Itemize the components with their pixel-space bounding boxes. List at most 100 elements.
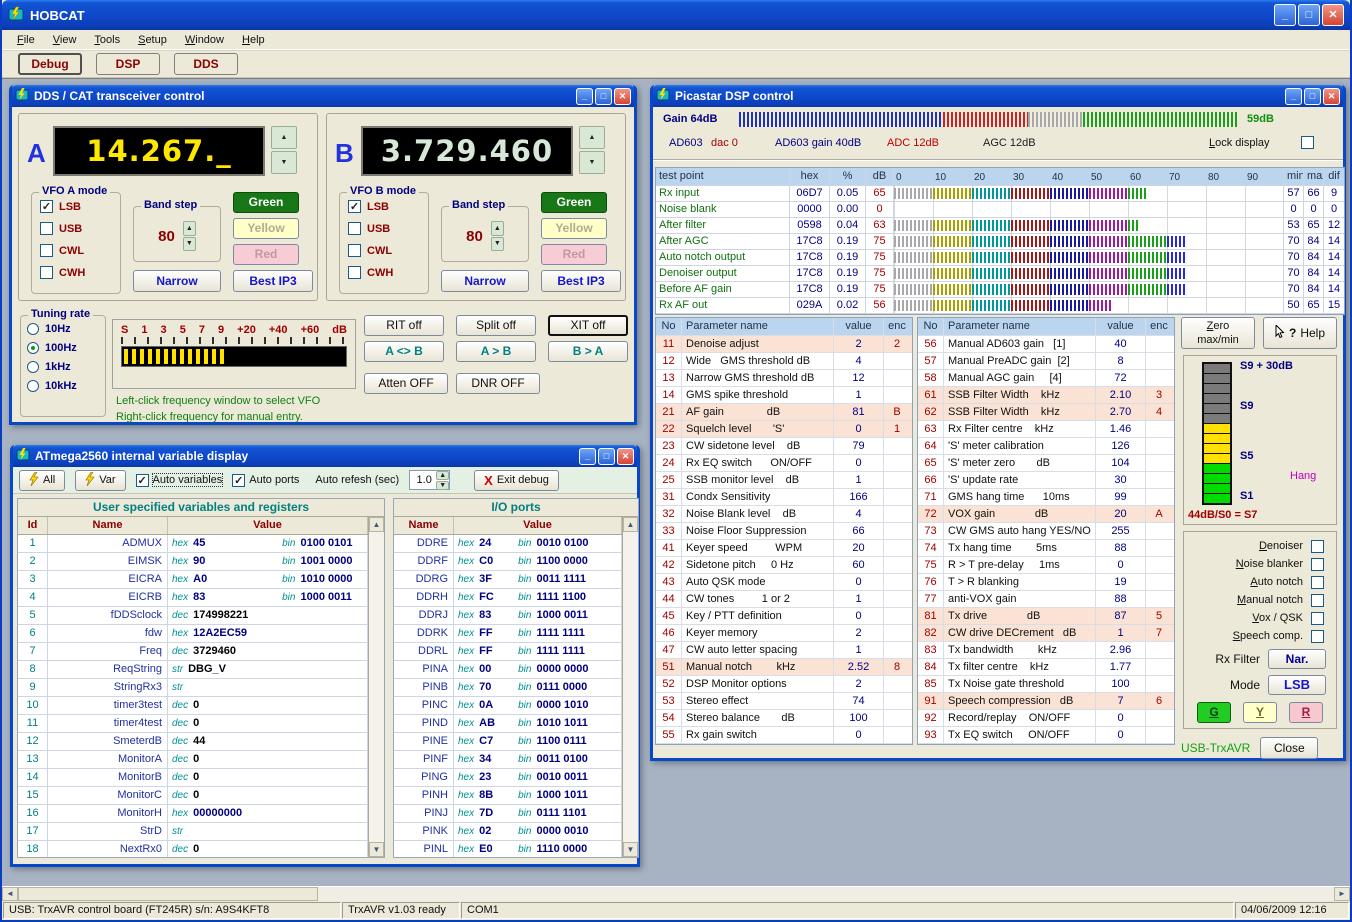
tuning-rate-100hz-radio[interactable] [27, 342, 39, 354]
port-row-pinb[interactable]: PINBhex70bin0111 0000 [394, 679, 622, 697]
switch-noise-blanker-checkbox[interactable] [1311, 558, 1324, 571]
menu-file[interactable]: File [8, 32, 44, 48]
param-row-24[interactable]: 24Rx EQ switch ON/OFF0 [656, 455, 912, 472]
r-memory-button[interactable]: R [1289, 702, 1323, 723]
vfo-b-frequency-display[interactable]: 3.729.460 [361, 126, 573, 176]
vfo-a-best-ip3-button[interactable]: Best IP3 [233, 270, 313, 292]
auto-ports-toggle[interactable]: ✓Auto ports [232, 474, 299, 487]
vfo-b-cwl-checkbox[interactable] [348, 244, 361, 257]
y-memory-button[interactable]: Y [1243, 702, 1277, 723]
param-row-64[interactable]: 64'S' meter calibration126 [918, 438, 1174, 455]
mode-button[interactable]: LSB [1268, 675, 1326, 695]
port-row-ping[interactable]: PINGhex23bin0010 0011 [394, 769, 622, 787]
vfo-a-red-button[interactable]: Red [233, 244, 299, 265]
vfo-b-mode-cwh[interactable]: CWH [348, 264, 428, 281]
port-row-ddrh[interactable]: DDRHhexFCbin1111 1100 [394, 589, 622, 607]
param-row-56[interactable]: 56Manual AD603 gain [1]40 [918, 336, 1174, 353]
switch-noise-blanker[interactable]: Noise blanker [1184, 555, 1336, 573]
variable-row-smeterdb[interactable]: 12SmeterdBdec44 [18, 733, 368, 751]
toolbar-dsp-button[interactable]: DSP [96, 53, 160, 75]
vfo-a-mode-cwl[interactable]: CWL [40, 242, 120, 259]
main-maximize-button[interactable]: □ [1298, 4, 1320, 26]
param-row-31[interactable]: 31Condx Sensitivity166 [656, 489, 912, 506]
vfo-b-green-button[interactable]: Green [541, 192, 607, 213]
tuning-rate-1khz[interactable]: 1kHz [27, 361, 105, 373]
testpoint-row-rx-input[interactable]: Rx input06D70.056557669 [656, 186, 1344, 202]
port-row-ddrf[interactable]: DDRFhexC0bin1100 0000 [394, 553, 622, 571]
param-row-12[interactable]: 12Wide GMS threshold dB4 [656, 353, 912, 370]
param-row-51[interactable]: 51Manual notch kHz2.528 [656, 659, 912, 676]
vfo-b-mode-lsb[interactable]: ✓LSB [348, 198, 428, 215]
vfo-a-green-button[interactable]: Green [233, 192, 299, 213]
vfo-a-usb-checkbox[interactable] [40, 222, 53, 235]
port-row-pinf[interactable]: PINFhex34bin0011 0100 [394, 751, 622, 769]
main-minimize-button[interactable]: _ [1274, 4, 1296, 26]
vfo-a-cwh-checkbox[interactable] [40, 266, 53, 279]
dds-close-button[interactable]: ✕ [614, 88, 631, 105]
avr-maximize-button[interactable]: □ [598, 448, 615, 465]
variable-row-eicra[interactable]: 3EICRAhexA0bin1010 0000 [18, 571, 368, 589]
param-row-63[interactable]: 63Rx Filter centre kHz1.46 [918, 421, 1174, 438]
param-row-14[interactable]: 14GMS spike threshold1 [656, 387, 912, 404]
port-row-ddre[interactable]: DDREhex24bin0010 0100 [394, 535, 622, 553]
variable-row-fddsclock[interactable]: 5fDDSclockdec174998221 [18, 607, 368, 625]
tuning-rate-10khz[interactable]: 10kHz [27, 380, 105, 392]
menu-setup[interactable]: Setup [129, 32, 176, 48]
param-row-76[interactable]: 76T > R blanking19 [918, 574, 1174, 591]
param-row-11[interactable]: 11Denoise adjust22 [656, 336, 912, 353]
testpoint-row-auto-notch-output[interactable]: Auto notch output17C80.1975708414 [656, 250, 1344, 266]
dsp-close-button[interactable]: ✕ [1323, 88, 1340, 105]
param-row-83[interactable]: 83Tx bandwidth kHz2.96 [918, 642, 1174, 659]
param-row-44[interactable]: 44CW tones 1 or 21 [656, 591, 912, 608]
port-row-pina[interactable]: PINAhex00bin0000 0000 [394, 661, 622, 679]
auto-refresh-spinner-down[interactable]: ▼ [436, 481, 449, 490]
port-row-ddrl[interactable]: DDRLhexFFbin1111 1111 [394, 643, 622, 661]
dds-minimize-button[interactable]: _ [576, 88, 593, 105]
vfo-a-band-step-spinner-down[interactable]: ▼ [183, 237, 196, 252]
switch-denoiser[interactable]: Denoiser [1184, 537, 1336, 555]
dds-b-a-button[interactable]: B > A [548, 341, 628, 362]
param-row-81[interactable]: 81Tx drive dB875 [918, 608, 1174, 625]
menu-tools[interactable]: Tools [85, 32, 129, 48]
switch-vox-qsk[interactable]: Vox / QSK [1184, 609, 1336, 627]
tuning-rate-10hz-radio[interactable] [27, 323, 39, 335]
param-row-92[interactable]: 92Record/replay ON/OFF0 [918, 710, 1174, 727]
testpoint-row-rx-af-out[interactable]: Rx AF out029A0.0256506515 [656, 298, 1344, 314]
scroll-left-button[interactable]: ◄ [2, 887, 18, 901]
param-row-46[interactable]: 46Keyer memory2 [656, 625, 912, 642]
scroll-right-button[interactable]: ► [1334, 887, 1350, 901]
vfo-b-red-button[interactable]: Red [541, 244, 607, 265]
port-row-pinh[interactable]: PINHhex8Bbin1000 1011 [394, 787, 622, 805]
auto-refresh-spinner-up[interactable]: ▲ [436, 471, 449, 480]
param-row-61[interactable]: 61SSB Filter Width kHz2.103 [918, 387, 1174, 404]
dds-rit-off-button[interactable]: RIT off [364, 315, 444, 336]
g-memory-button[interactable]: G [1197, 702, 1231, 723]
param-row-22[interactable]: 22Squelch level 'S'01 [656, 421, 912, 438]
help-button[interactable]: ? Help [1263, 317, 1337, 349]
param-row-41[interactable]: 41Keyer speed WPM20 [656, 540, 912, 557]
vfo-a-band-step-spinner-up[interactable]: ▲ [183, 221, 196, 236]
param-row-54[interactable]: 54Stereo balance dB100 [656, 710, 912, 727]
vfo-b-tune-spinner-down[interactable]: ▼ [579, 151, 605, 174]
dsp-minimize-button[interactable]: _ [1285, 88, 1302, 105]
param-row-55[interactable]: 55Rx gain switch0 [656, 727, 912, 744]
port-row-ddrj[interactable]: DDRJhex83bin1000 0011 [394, 607, 622, 625]
lock-display-checkbox[interactable] [1301, 136, 1314, 149]
param-row-47[interactable]: 47CW auto letter spacing1 [656, 642, 912, 659]
vfo-a-mode-lsb[interactable]: ✓LSB [40, 198, 120, 215]
testpoint-row-denoiser-output[interactable]: Denoiser output17C80.1975708414 [656, 266, 1344, 282]
variable-row-reqstring[interactable]: 8ReqStringstrDBG_V [18, 661, 368, 679]
auto-variables-toggle[interactable]: ✓Auto variables [136, 474, 223, 487]
switch-auto-notch[interactable]: Auto notch [1184, 573, 1336, 591]
rx-filter-button[interactable]: Nar. [1268, 649, 1326, 669]
param-row-45[interactable]: 45Key / PTT definition0 [656, 608, 912, 625]
param-row-58[interactable]: 58Manual AGC gain [4]72 [918, 370, 1174, 387]
testpoint-row-after-agc[interactable]: After AGC17C80.1975708414 [656, 234, 1344, 250]
param-row-91[interactable]: 91Speech compression dB76 [918, 693, 1174, 710]
dds-dnr-off-button[interactable]: DNR OFF [456, 373, 540, 394]
switch-auto-notch-checkbox[interactable] [1311, 576, 1324, 589]
switch-manual-notch[interactable]: Manual notch [1184, 591, 1336, 609]
variable-row-fdw[interactable]: 6fdwhex12A2EC59 [18, 625, 368, 643]
param-row-75[interactable]: 75R > T pre-delay 1ms0 [918, 557, 1174, 574]
param-row-93[interactable]: 93Tx EQ switch ON/OFF0 [918, 727, 1174, 744]
